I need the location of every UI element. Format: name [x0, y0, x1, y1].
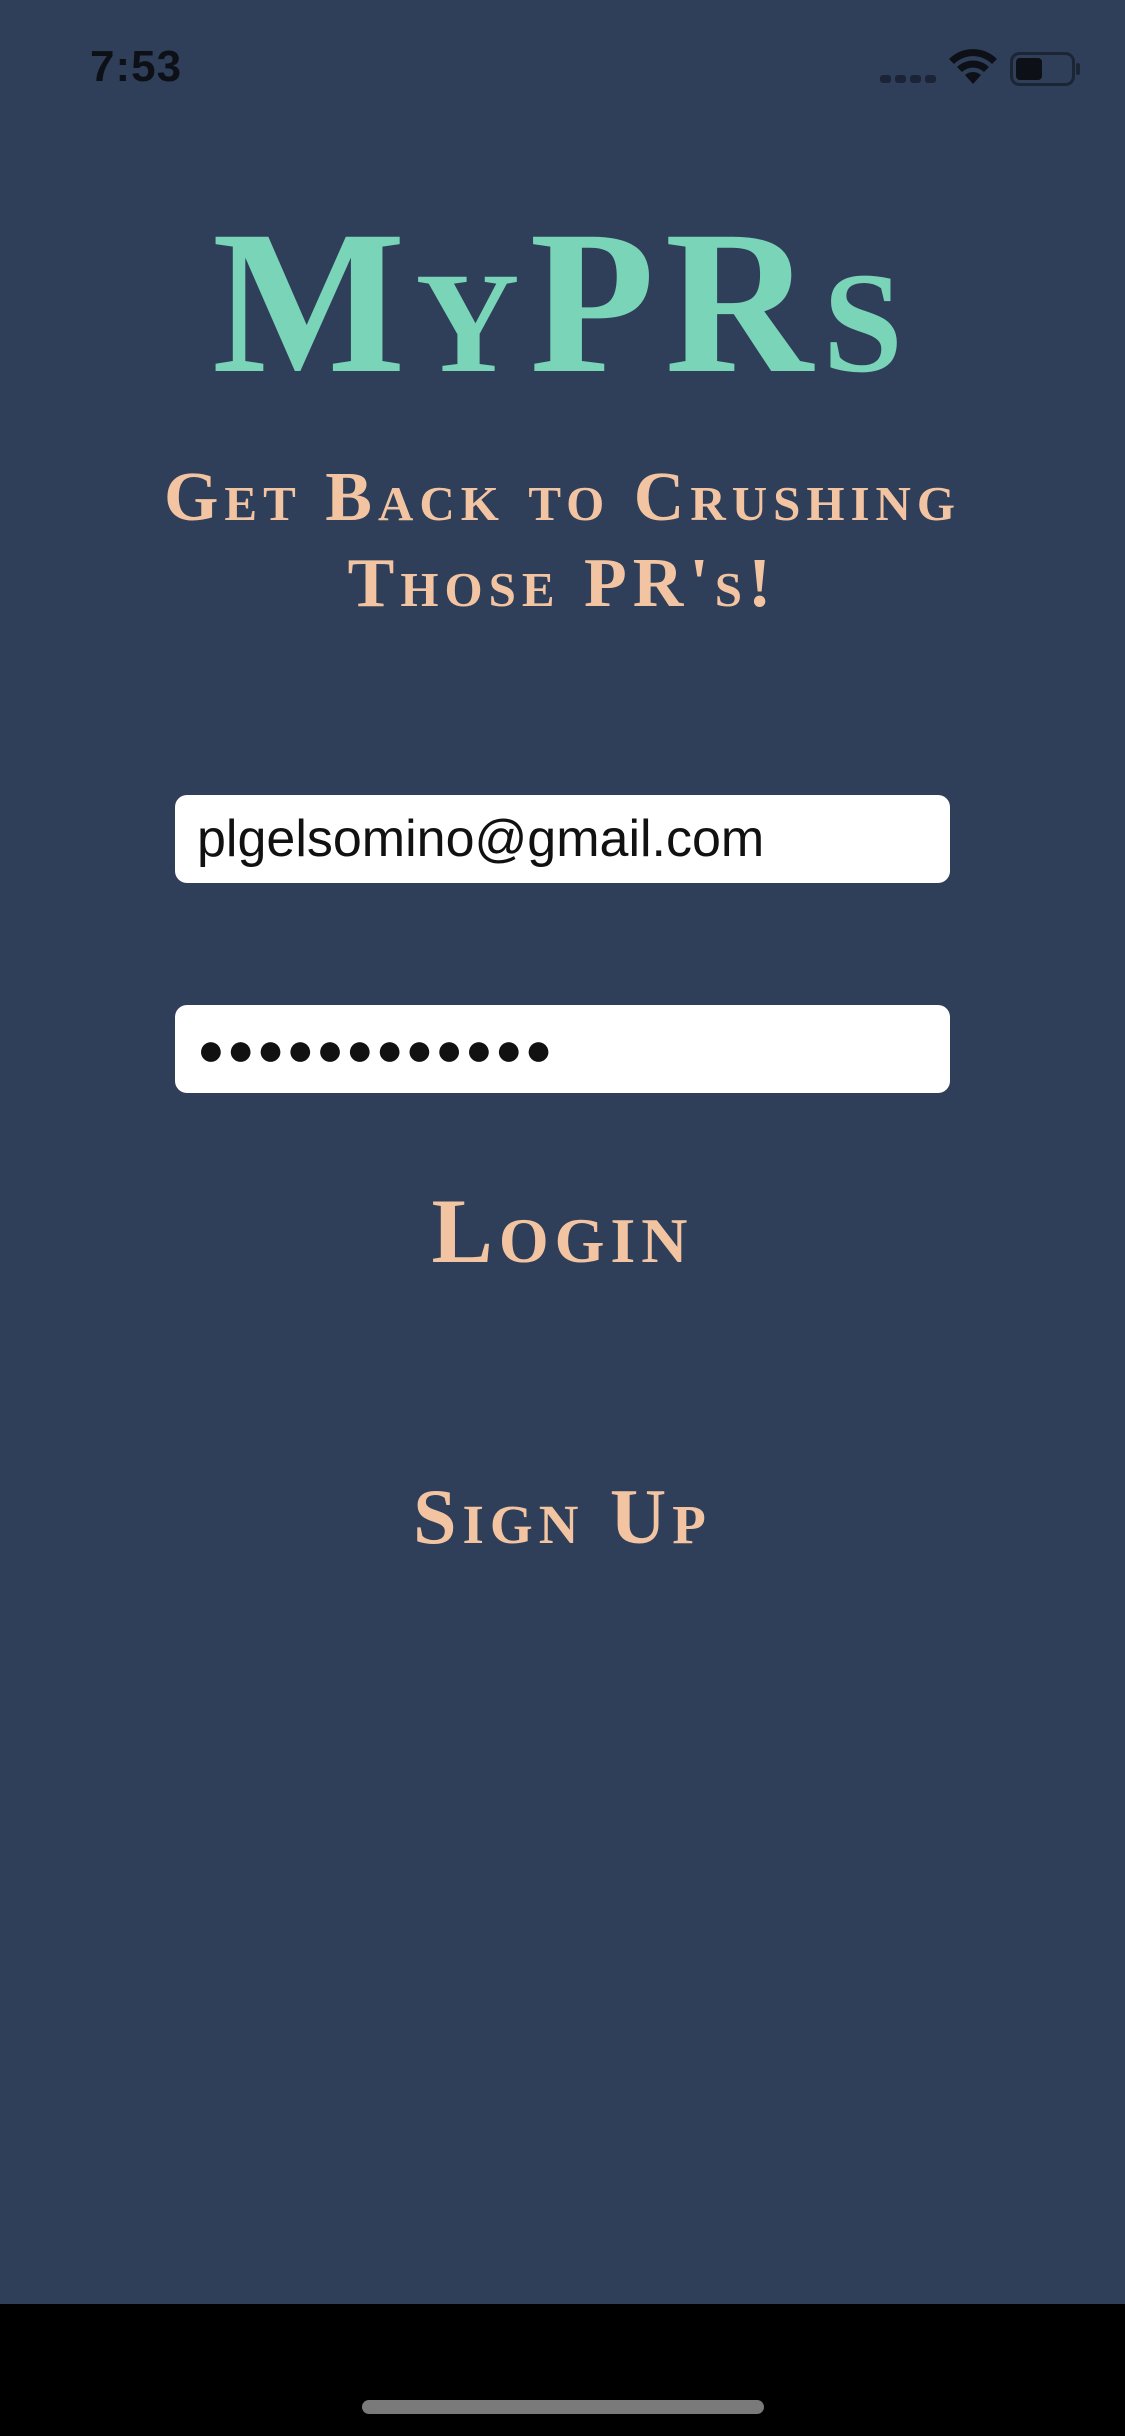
password-field[interactable]: ●●●●●●●●●●●● [175, 1005, 950, 1093]
login-button[interactable]: Login [0, 1185, 1125, 1277]
wifi-icon [949, 49, 997, 84]
cellular-signal-icon [880, 75, 936, 85]
status-bar: 7:53 [0, 0, 1125, 135]
bottom-bar [0, 2304, 1125, 2436]
email-field[interactable]: plgelsomino@gmail.com [175, 795, 950, 883]
tagline: Get Back to Crushing Those PR's! [163, 459, 962, 622]
status-time: 7:53 [90, 42, 183, 91]
battery-icon [1010, 52, 1080, 86]
home-indicator[interactable] [362, 2400, 764, 2414]
signup-button[interactable]: Sign Up [0, 1478, 1125, 1556]
app-title: MyPRs [212, 189, 913, 416]
